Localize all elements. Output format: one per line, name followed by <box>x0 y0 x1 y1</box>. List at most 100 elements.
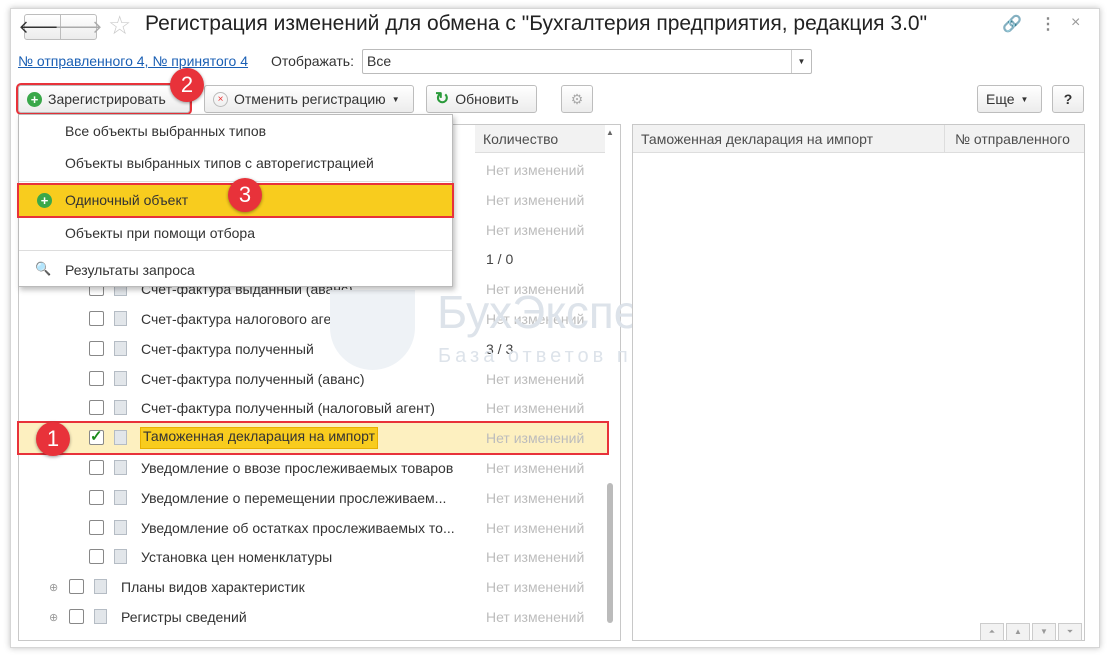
row-checkbox[interactable] <box>89 311 104 326</box>
move-down-icon[interactable]: ▼ <box>1032 623 1056 641</box>
row-count: 3 / 3 <box>486 340 514 357</box>
document-icon <box>114 370 127 386</box>
forward-button[interactable]: 🡒 <box>54 14 103 40</box>
scroll-thumb[interactable] <box>607 483 613 623</box>
row-name: Регистры сведений <box>121 609 247 625</box>
table-row[interactable]: Уведомление об остатках прослеживаемых т… <box>19 513 607 543</box>
row-checkbox[interactable] <box>89 370 104 386</box>
column-header-declaration[interactable]: Таможенная декларация на импорт <box>633 125 945 153</box>
scrollbar[interactable]: ▲ <box>605 128 615 636</box>
exchange-numbers-link[interactable]: № отправленного 4, № принятого 4 <box>18 53 248 69</box>
plus-icon: + <box>37 193 52 208</box>
page-title: Регистрация изменений для обмена с "Бухг… <box>145 12 928 35</box>
link-icon[interactable]: 🔗 <box>1002 14 1022 34</box>
row-name: Планы видов характеристик <box>121 579 305 596</box>
row-count: Нет изменений <box>486 311 585 327</box>
row-name: Уведомление о перемещении прослеживаем..… <box>141 489 447 506</box>
row-count: Нет изменений <box>486 489 585 506</box>
menu-item-label: Одиночный объект <box>65 192 189 208</box>
help-label: ? <box>1063 91 1073 107</box>
move-up-icon[interactable]: ▲ <box>1006 623 1030 641</box>
table-row[interactable]: Счет-фактура полученный 3 / 3 <box>19 334 607 364</box>
row-checkbox[interactable] <box>69 579 84 595</box>
register-button[interactable]: + Зарегистрировать <box>16 83 192 115</box>
scroll-up-icon[interactable]: ▲ <box>606 128 614 137</box>
table-row[interactable]: Установка цен номенклатуры Нет изменений <box>19 542 607 572</box>
unregister-label: Отменить регистрацию <box>234 91 386 107</box>
table-row[interactable]: ⊕ Регистры сведений Нет изменений <box>19 602 607 632</box>
row-checkbox[interactable] <box>69 609 84 624</box>
row-name: Таможенная декларация на импорт <box>139 427 379 450</box>
row-name: Уведомление о ввозе прослеживаемых товар… <box>141 460 454 476</box>
menu-item-autoregistration[interactable]: Объекты выбранных типов с авторегистраци… <box>19 148 452 178</box>
row-checkbox[interactable] <box>89 460 104 475</box>
row-count: Нет изменений <box>486 609 585 625</box>
more-label: Еще <box>986 91 1015 107</box>
row-count: Нет изменений <box>486 430 585 447</box>
move-last-icon[interactable]: ⏷ <box>1058 623 1082 641</box>
step-badge-3: 3 <box>228 178 262 212</box>
row-count: Нет изменений <box>486 281 585 298</box>
column-header-count[interactable]: Количество <box>475 125 605 153</box>
close-icon[interactable]: × <box>1071 14 1080 32</box>
row-checkbox[interactable] <box>89 400 104 416</box>
row-count: Нет изменений <box>486 191 585 208</box>
row-checkbox[interactable]: ✓ <box>89 429 104 446</box>
more-vert-icon[interactable]: ⋮ <box>1040 14 1056 34</box>
menu-item-by-filter[interactable]: Объекты при помощи отбора <box>19 218 452 248</box>
expand-icon[interactable]: ⊕ <box>49 581 58 594</box>
row-count: Нет изменений <box>486 519 585 536</box>
menu-item-all-objects[interactable]: Все объекты выбранных типов <box>19 116 452 146</box>
star-icon[interactable]: ☆ <box>108 10 131 41</box>
plus-icon: + <box>27 91 42 107</box>
refresh-icon: ↻ <box>435 89 450 108</box>
row-count: Нет изменений <box>486 370 585 387</box>
more-button[interactable]: Еще ▼ <box>977 85 1042 113</box>
refresh-label: Обновить <box>455 91 519 107</box>
settings-button[interactable]: ⚙ <box>561 85 593 113</box>
gear-icon: ⚙ <box>570 90 584 107</box>
row-count: Нет изменений <box>486 549 585 566</box>
catalog-icon <box>94 609 107 624</box>
row-name: Счет-фактура налогового агента <box>141 311 354 327</box>
move-first-icon[interactable]: ⏶ <box>980 623 1004 641</box>
row-name: Счет-фактура полученный (аванс) <box>141 370 365 387</box>
show-value: Все <box>367 53 392 69</box>
unregister-button[interactable]: × Отменить регистрацию ▼ <box>204 85 414 113</box>
chevron-down-icon[interactable]: ▼ <box>791 50 811 73</box>
table-row[interactable]: Уведомление о перемещении прослеживаем..… <box>19 483 607 513</box>
row-checkbox[interactable] <box>89 340 104 356</box>
row-count: Нет изменений <box>486 579 585 596</box>
document-icon <box>114 519 127 535</box>
row-count: Нет изменений <box>486 460 585 476</box>
step-badge-1: 1 <box>36 422 70 456</box>
menu-item-query-results[interactable]: 🔍 Результаты запроса <box>19 255 452 285</box>
chevron-down-icon: ▼ <box>391 94 400 104</box>
row-checkbox[interactable] <box>89 549 104 565</box>
row-checkbox[interactable] <box>89 519 104 535</box>
column-header-sent-number[interactable]: № отправленного <box>945 125 1084 153</box>
table-row[interactable]: Счет-фактура полученный (налоговый агент… <box>19 393 607 423</box>
table-row[interactable]: Счет-фактура полученный (аванс) Нет измен… <box>19 364 607 394</box>
row-name: Счет-фактура полученный <box>141 340 314 357</box>
chevron-down-icon: ▼ <box>1020 94 1029 104</box>
menu-item-label: Результаты запроса <box>65 262 195 278</box>
register-label: Зарегистрировать <box>48 91 166 107</box>
table-row[interactable]: Уведомление о ввозе прослеживаемых товар… <box>19 453 607 483</box>
row-name: Установка цен номенклатуры <box>141 549 333 566</box>
changes-table: Таможенная декларация на импорт № отправ… <box>632 124 1085 641</box>
show-select[interactable]: Все ▼ <box>362 49 812 74</box>
row-count: 1 / 0 <box>486 251 514 268</box>
row-checkbox[interactable] <box>89 489 104 505</box>
document-icon <box>114 311 127 326</box>
show-label: Отображать: <box>271 53 354 69</box>
cancel-icon: × <box>213 91 228 107</box>
refresh-button[interactable]: ↻ Обновить <box>426 85 537 113</box>
step-badge-2: 2 <box>170 68 204 102</box>
table-row[interactable]: Счет-фактура налогового агента Нет измене… <box>19 304 607 334</box>
table-row[interactable]: ⊕ Планы видов характеристик Нет изменений <box>19 572 607 602</box>
help-button[interactable]: ? <box>1052 85 1084 113</box>
document-icon <box>114 489 127 505</box>
table-row[interactable]: ✓ Таможенная декларация на импорт Нет изме… <box>17 421 609 456</box>
expand-icon[interactable]: ⊕ <box>49 611 58 624</box>
